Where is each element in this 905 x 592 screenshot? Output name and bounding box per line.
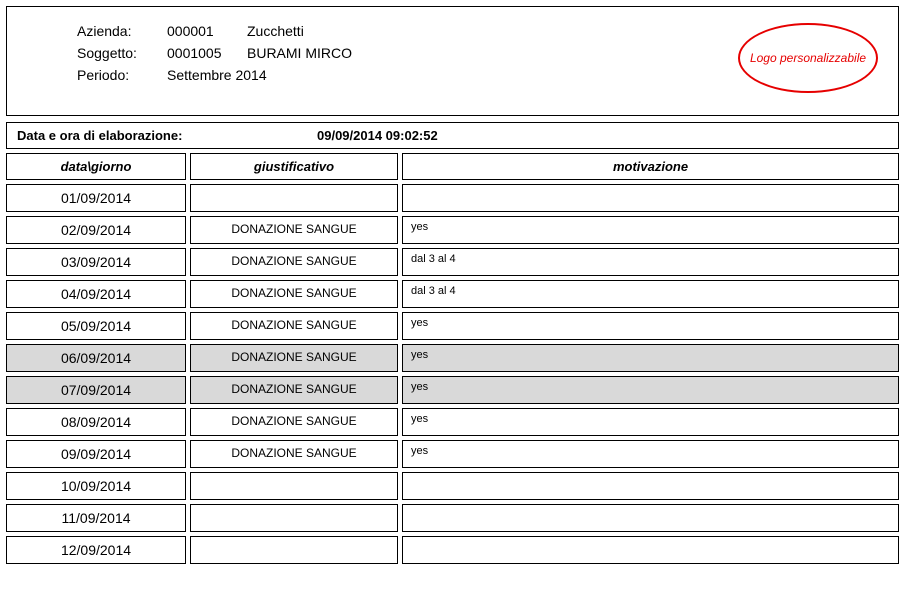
cell-date: 10/09/2014: [6, 472, 186, 500]
cell-giustificativo: [190, 504, 398, 532]
table-row: 10/09/2014: [6, 472, 899, 500]
table-row: 06/09/2014DONAZIONE SANGUEyes: [6, 344, 899, 372]
cell-date: 01/09/2014: [6, 184, 186, 212]
cell-motivazione: dal 3 al 4: [402, 280, 899, 308]
cell-giustificativo: DONAZIONE SANGUE: [190, 312, 398, 340]
elab-label: Data e ora di elaborazione:: [17, 128, 317, 143]
col-header-date: data\giorno: [6, 153, 186, 180]
cell-date: 04/09/2014: [6, 280, 186, 308]
report-header: Azienda: 000001 Zucchetti Soggetto: 0001…: [6, 6, 899, 116]
table-row: 04/09/2014DONAZIONE SANGUEdal 3 al 4: [6, 280, 899, 308]
cell-motivazione: yes: [402, 408, 899, 436]
col-header-motiv: motivazione: [402, 153, 899, 180]
cell-motivazione: yes: [402, 216, 899, 244]
azienda-code: 000001: [167, 23, 247, 39]
cell-giustificativo: DONAZIONE SANGUE: [190, 344, 398, 372]
cell-date: 09/09/2014: [6, 440, 186, 468]
cell-motivazione: [402, 504, 899, 532]
cell-giustificativo: DONAZIONE SANGUE: [190, 440, 398, 468]
table-row: 01/09/2014: [6, 184, 899, 212]
cell-giustificativo: DONAZIONE SANGUE: [190, 280, 398, 308]
azienda-name: Zucchetti: [247, 23, 304, 39]
table-row: 11/09/2014: [6, 504, 899, 532]
table-row: 07/09/2014DONAZIONE SANGUEyes: [6, 376, 899, 404]
soggetto-code: 0001005: [167, 45, 247, 61]
cell-giustificativo: DONAZIONE SANGUE: [190, 216, 398, 244]
cell-giustificativo: [190, 536, 398, 564]
table-row: 08/09/2014DONAZIONE SANGUEyes: [6, 408, 899, 436]
cell-giustificativo: [190, 184, 398, 212]
table-row: 05/09/2014DONAZIONE SANGUEyes: [6, 312, 899, 340]
cell-motivazione: yes: [402, 376, 899, 404]
cell-date: 12/09/2014: [6, 536, 186, 564]
cell-giustificativo: [190, 472, 398, 500]
col-header-giust: giustificativo: [190, 153, 398, 180]
azienda-label: Azienda:: [77, 23, 167, 39]
table-row: 03/09/2014DONAZIONE SANGUEdal 3 al 4: [6, 248, 899, 276]
periodo-label: Periodo:: [77, 67, 167, 83]
logo-placeholder: Logo personalizzabile: [738, 23, 878, 93]
cell-date: 05/09/2014: [6, 312, 186, 340]
cell-date: 07/09/2014: [6, 376, 186, 404]
cell-motivazione: yes: [402, 344, 899, 372]
elaboration-bar: Data e ora di elaborazione: 09/09/2014 0…: [6, 122, 899, 149]
cell-date: 06/09/2014: [6, 344, 186, 372]
cell-motivazione: [402, 184, 899, 212]
cell-giustificativo: DONAZIONE SANGUE: [190, 408, 398, 436]
cell-motivazione: dal 3 al 4: [402, 248, 899, 276]
cell-motivazione: [402, 472, 899, 500]
cell-motivazione: yes: [402, 312, 899, 340]
soggetto-name: BURAMI MIRCO: [247, 45, 352, 61]
table-row: 02/09/2014DONAZIONE SANGUEyes: [6, 216, 899, 244]
soggetto-label: Soggetto:: [77, 45, 167, 61]
table-row: 12/09/2014: [6, 536, 899, 564]
table-header-row: data\giorno giustificativo motivazione: [6, 153, 899, 180]
cell-giustificativo: DONAZIONE SANGUE: [190, 248, 398, 276]
cell-date: 02/09/2014: [6, 216, 186, 244]
periodo-value: Settembre 2014: [167, 67, 267, 83]
table-body: 01/09/201402/09/2014DONAZIONE SANGUEyes0…: [6, 184, 899, 564]
logo-text: Logo personalizzabile: [750, 51, 866, 65]
cell-date: 11/09/2014: [6, 504, 186, 532]
cell-motivazione: yes: [402, 440, 899, 468]
cell-date: 08/09/2014: [6, 408, 186, 436]
table-row: 09/09/2014DONAZIONE SANGUEyes: [6, 440, 899, 468]
cell-motivazione: [402, 536, 899, 564]
cell-giustificativo: DONAZIONE SANGUE: [190, 376, 398, 404]
elab-value: 09/09/2014 09:02:52: [317, 128, 438, 143]
cell-date: 03/09/2014: [6, 248, 186, 276]
